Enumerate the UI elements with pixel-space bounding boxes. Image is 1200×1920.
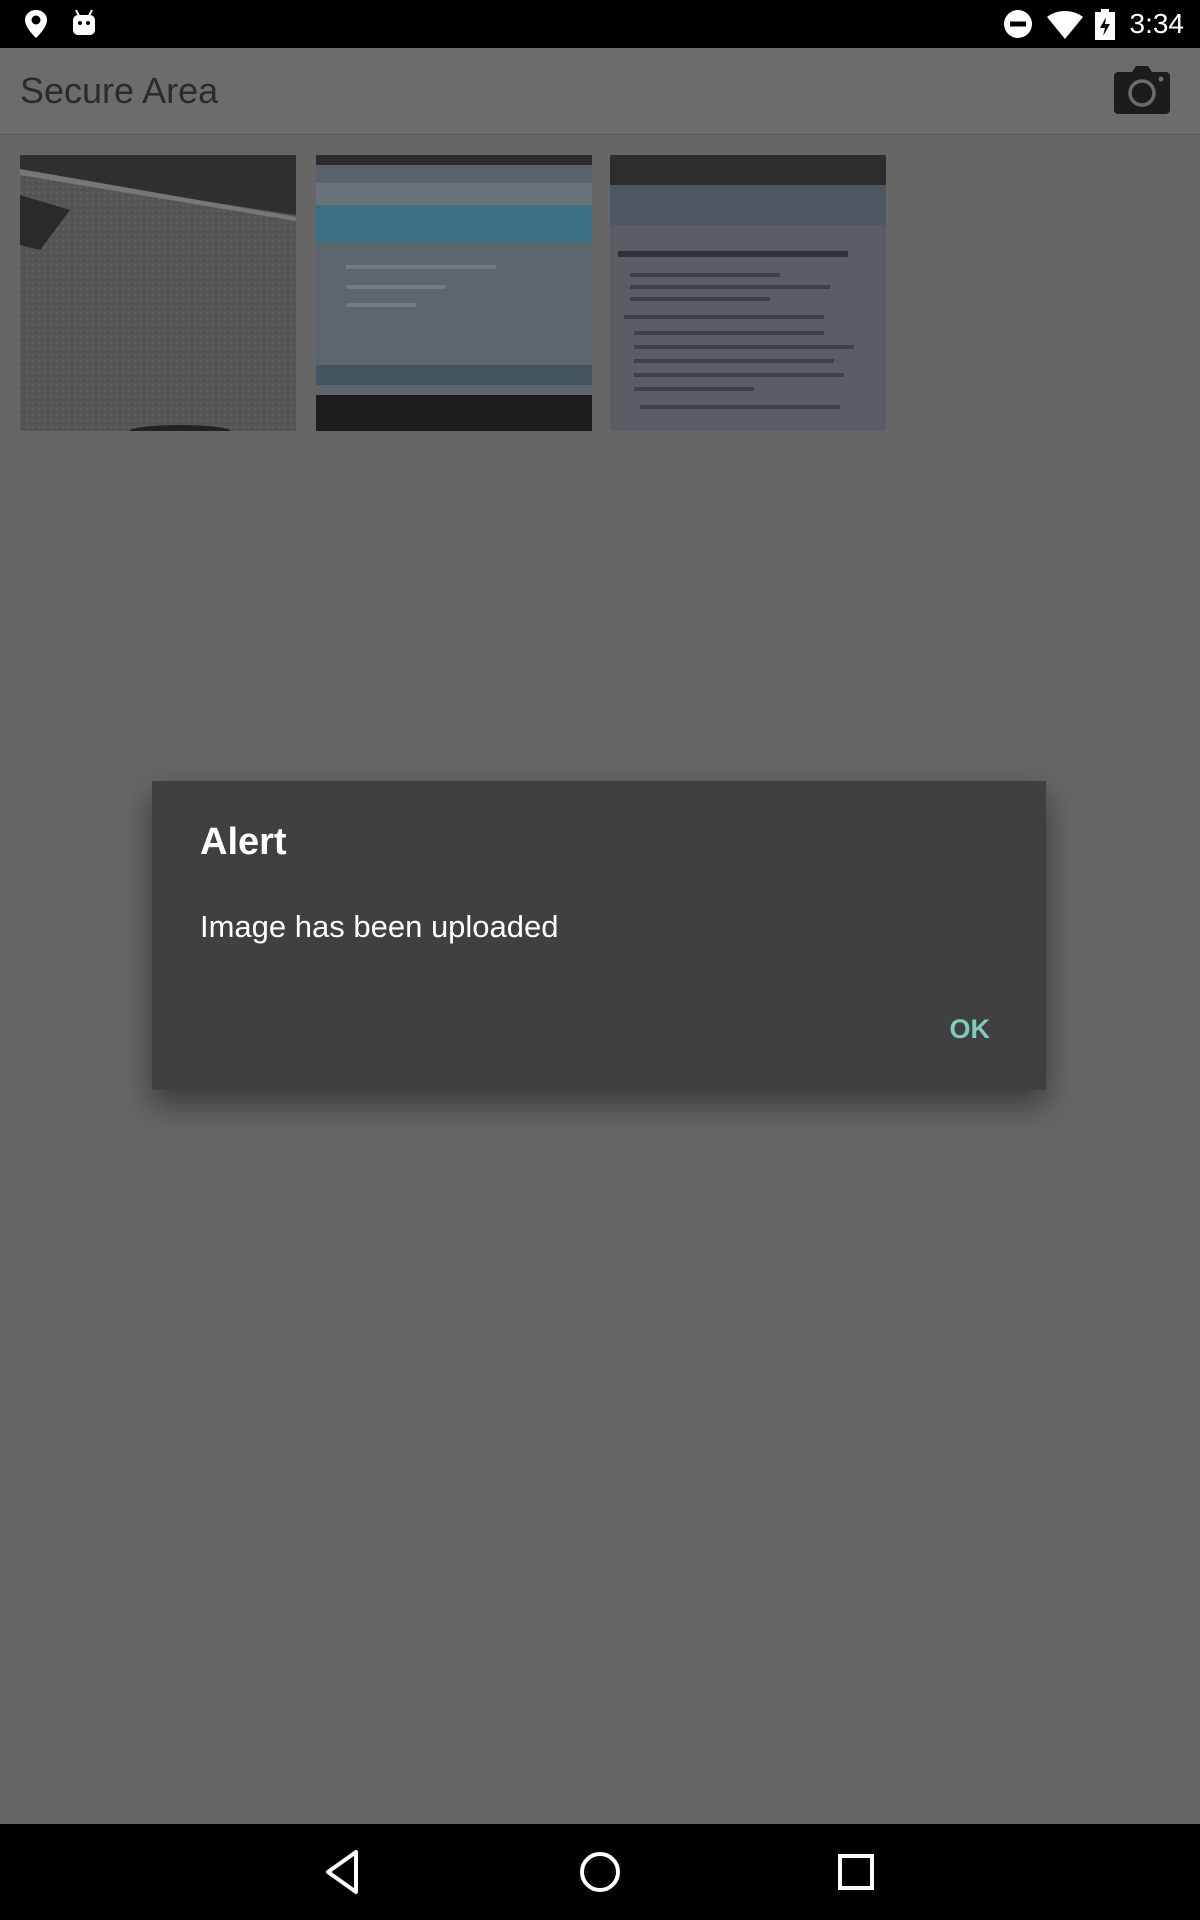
- image-gallery: [0, 155, 1200, 435]
- photo-thumbnail-icon: [316, 155, 592, 431]
- ok-button[interactable]: OK: [950, 1014, 991, 1045]
- wifi-icon: [1046, 10, 1084, 45]
- dialog-title: Alert: [200, 821, 287, 863]
- location-pin-icon: [22, 8, 50, 45]
- alert-dialog: Alert Image has been uploaded OK: [152, 781, 1046, 1090]
- back-button[interactable]: [316, 1844, 372, 1900]
- home-button[interactable]: [572, 1844, 628, 1900]
- photo-thumbnail-icon: [20, 155, 296, 431]
- app-bar: Secure Area: [0, 48, 1200, 135]
- camera-icon: [1114, 66, 1170, 120]
- back-icon: [316, 1850, 372, 1904]
- do-not-disturb-icon: [1003, 9, 1033, 44]
- gallery-thumbnail-2[interactable]: [316, 155, 592, 431]
- photo-thumbnail-icon: [610, 155, 886, 431]
- dialog-message: Image has been uploaded: [200, 909, 559, 944]
- gallery-thumbnail-3[interactable]: [610, 155, 886, 431]
- app-title: Secure Area: [20, 70, 219, 111]
- status-bar: 3:34: [0, 0, 1200, 48]
- android-debug-icon: [70, 8, 98, 43]
- home-icon: [572, 1852, 628, 1904]
- battery-charging-icon: [1094, 9, 1116, 46]
- recents-icon: [828, 1854, 884, 1904]
- navigation-bar: [0, 1824, 1200, 1920]
- recents-button[interactable]: [828, 1844, 884, 1900]
- gallery-thumbnail-1[interactable]: [20, 155, 296, 431]
- status-clock: 3:34: [1129, 8, 1185, 39]
- camera-button[interactable]: [1114, 66, 1170, 116]
